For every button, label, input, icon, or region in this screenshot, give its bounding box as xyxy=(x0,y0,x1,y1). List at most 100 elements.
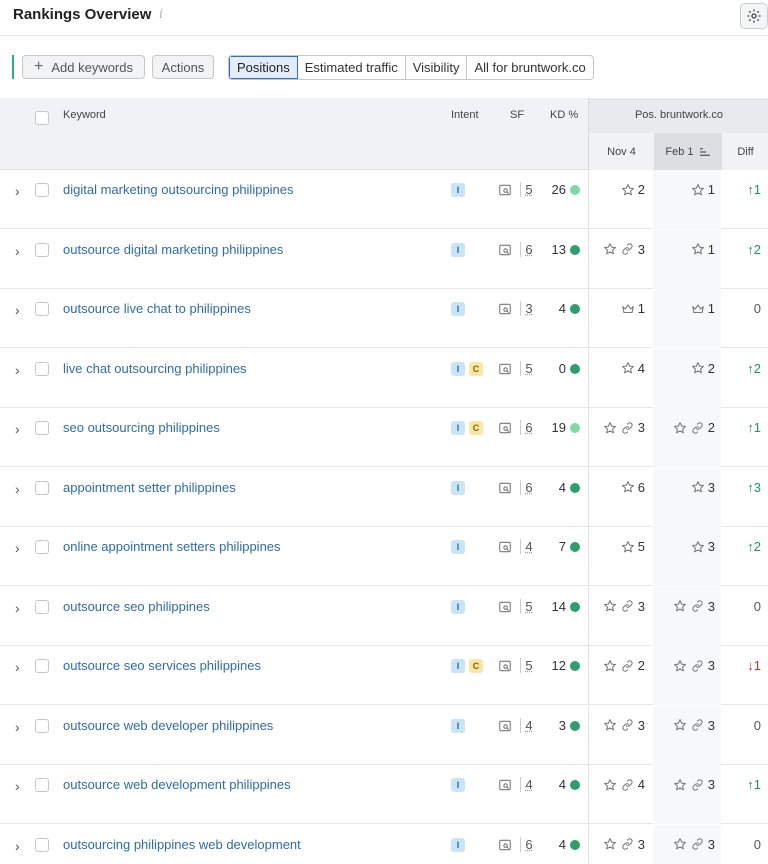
table-row[interactable]: › outsource digital marketing philippines… xyxy=(0,229,768,289)
row-checkbox[interactable] xyxy=(35,242,49,257)
serp-features-count[interactable]: 6 xyxy=(520,241,534,257)
table-row[interactable]: › outsource live chat to philippines I 3 4 1 1… xyxy=(0,289,768,348)
serp-features-count[interactable]: 5 xyxy=(520,182,534,197)
serp-features-count[interactable]: 4 xyxy=(520,717,534,733)
keyword-link[interactable]: outsource live chat to philippines xyxy=(63,301,251,316)
kd-indicator-dot xyxy=(570,244,580,255)
serp-features-count[interactable]: 5 xyxy=(520,598,534,614)
intent-informational-badge: I xyxy=(451,659,465,673)
keyword-link[interactable]: outsource digital marketing philippines xyxy=(63,242,283,257)
row-checkbox[interactable] xyxy=(35,718,49,733)
tab-estimated-traffic[interactable]: Estimated traffic xyxy=(298,56,406,79)
tab-visibility[interactable]: Visibility xyxy=(406,56,468,79)
table-row[interactable]: › appointment setter philippines I 6 4 6 3 ↑3 xyxy=(0,467,768,527)
column-kd[interactable]: KD % xyxy=(550,109,578,121)
table-row[interactable]: › seo outsourcing philippines I C 6 19 3 2 ↑1 xyxy=(0,408,768,467)
keyword-link[interactable]: outsource seo services philippines xyxy=(63,658,261,673)
feb-column-bg xyxy=(653,170,721,229)
expand-row-chevron-icon[interactable]: › xyxy=(15,302,20,318)
expand-row-chevron-icon[interactable]: › xyxy=(15,183,20,199)
table-row[interactable]: › outsource seo services philippines I C 5 12… xyxy=(0,646,768,705)
column-nov[interactable]: Nov 4 xyxy=(589,133,654,170)
expand-row-chevron-icon[interactable]: › xyxy=(15,600,20,616)
table-row[interactable]: › outsource web development philippines I 4… xyxy=(0,765,768,824)
column-keyword[interactable]: Keyword xyxy=(63,109,106,121)
select-all-checkbox[interactable] xyxy=(35,111,49,125)
page-title: Rankings Overview xyxy=(13,6,152,23)
expand-row-chevron-icon[interactable]: › xyxy=(15,243,20,259)
row-checkbox[interactable] xyxy=(35,480,49,495)
table-row[interactable]: › outsource seo philippines I 5 14 3 3 0 xyxy=(0,586,768,646)
serp-features-count[interactable]: 5 xyxy=(520,360,534,376)
row-checkbox[interactable] xyxy=(35,659,49,673)
keyword-link[interactable]: outsource seo philippines xyxy=(63,599,210,614)
tab-positions[interactable]: Positions xyxy=(229,56,298,79)
expand-row-chevron-icon[interactable]: › xyxy=(15,481,20,497)
serp-features-count[interactable]: 6 xyxy=(520,836,534,852)
table-row[interactable]: › digital marketing outsourcing philippin… xyxy=(0,170,768,229)
row-checkbox[interactable] xyxy=(35,183,49,197)
serp-features-button[interactable] xyxy=(498,540,512,554)
column-intent[interactable]: Intent xyxy=(451,109,479,121)
keyword-link[interactable]: appointment setter philippines xyxy=(63,480,236,495)
expand-row-chevron-icon[interactable]: › xyxy=(15,719,20,735)
add-keywords-button[interactable]: + Add keywords xyxy=(22,55,145,79)
serp-features-count[interactable]: 3 xyxy=(520,301,534,316)
expand-row-chevron-icon[interactable]: › xyxy=(15,540,20,556)
serp-features-button[interactable] xyxy=(498,600,512,614)
serp-features-button[interactable] xyxy=(498,243,512,257)
column-feb[interactable]: Feb 1 xyxy=(654,133,722,170)
keyword-link[interactable]: outsourcing philippines web development xyxy=(63,837,301,852)
expand-row-chevron-icon[interactable]: › xyxy=(15,778,20,794)
expand-row-chevron-icon[interactable]: › xyxy=(15,421,20,437)
row-checkbox[interactable] xyxy=(35,361,49,376)
intent-informational-badge: I xyxy=(451,540,465,554)
row-checkbox[interactable] xyxy=(35,421,49,435)
serp-features-count[interactable]: 6 xyxy=(520,479,534,495)
keyword-link[interactable]: outsource web development philippines xyxy=(63,777,291,792)
serp-features-count[interactable]: 6 xyxy=(520,420,534,435)
intent-commercial-badge: C xyxy=(469,659,483,673)
serp-features-button[interactable] xyxy=(498,719,512,733)
serp-features-count[interactable]: 4 xyxy=(520,777,534,792)
keyword-link[interactable]: seo outsourcing philippines xyxy=(63,420,220,435)
serp-features-count[interactable]: 4 xyxy=(520,539,534,554)
row-checkbox[interactable] xyxy=(35,599,49,614)
keyword-link[interactable]: digital marketing outsourcing philippine… xyxy=(63,182,294,197)
column-sf[interactable]: SF xyxy=(510,109,524,121)
kd-value: 4 xyxy=(558,777,566,792)
settings-button[interactable] xyxy=(740,3,768,29)
link-icon xyxy=(692,659,703,672)
keyword-link[interactable]: outsource web developer philippines xyxy=(63,718,273,733)
serp-features-button[interactable] xyxy=(498,838,512,852)
serp-features-button[interactable] xyxy=(498,481,512,495)
serp-features-button[interactable] xyxy=(498,659,512,673)
row-checkbox[interactable] xyxy=(35,778,49,792)
expand-row-chevron-icon[interactable]: › xyxy=(15,362,20,378)
tab-all-for-domain[interactable]: All for bruntwork.co xyxy=(467,56,592,79)
serp-features-button[interactable] xyxy=(498,183,512,197)
serp-features-button[interactable] xyxy=(498,421,512,435)
table-row[interactable]: › live chat outsourcing philippines I C 5 0 4 2… xyxy=(0,348,768,408)
row-checkbox[interactable] xyxy=(35,302,49,316)
table-row[interactable]: › online appointment setters philippines I… xyxy=(0,527,768,586)
row-checkbox[interactable] xyxy=(35,837,49,852)
keyword-link[interactable]: online appointment setters philippines xyxy=(63,539,281,554)
table-row[interactable]: › outsourcing philippines web development… xyxy=(0,824,768,864)
gear-icon xyxy=(747,9,761,23)
serp-features-button[interactable] xyxy=(498,302,512,316)
intent-informational-badge: I xyxy=(451,718,465,733)
actions-button[interactable]: Actions xyxy=(152,55,214,79)
row-checkbox[interactable] xyxy=(35,540,49,554)
keyword-link[interactable]: live chat outsourcing philippines xyxy=(63,361,247,376)
expand-row-chevron-icon[interactable]: › xyxy=(15,659,20,675)
serp-features-button[interactable] xyxy=(498,362,512,376)
serp-features-button[interactable] xyxy=(498,778,512,792)
expand-row-chevron-icon[interactable]: › xyxy=(15,838,20,854)
table-row[interactable]: › outsource web developer philippines I 4 3 3… xyxy=(0,705,768,765)
view-tabs: Positions Estimated traffic Visibility A… xyxy=(228,55,594,80)
serp-feature-icon xyxy=(499,601,511,612)
serp-features-count[interactable]: 5 xyxy=(520,658,534,673)
column-diff[interactable]: Diff xyxy=(722,133,768,170)
info-icon[interactable]: i xyxy=(159,7,163,22)
